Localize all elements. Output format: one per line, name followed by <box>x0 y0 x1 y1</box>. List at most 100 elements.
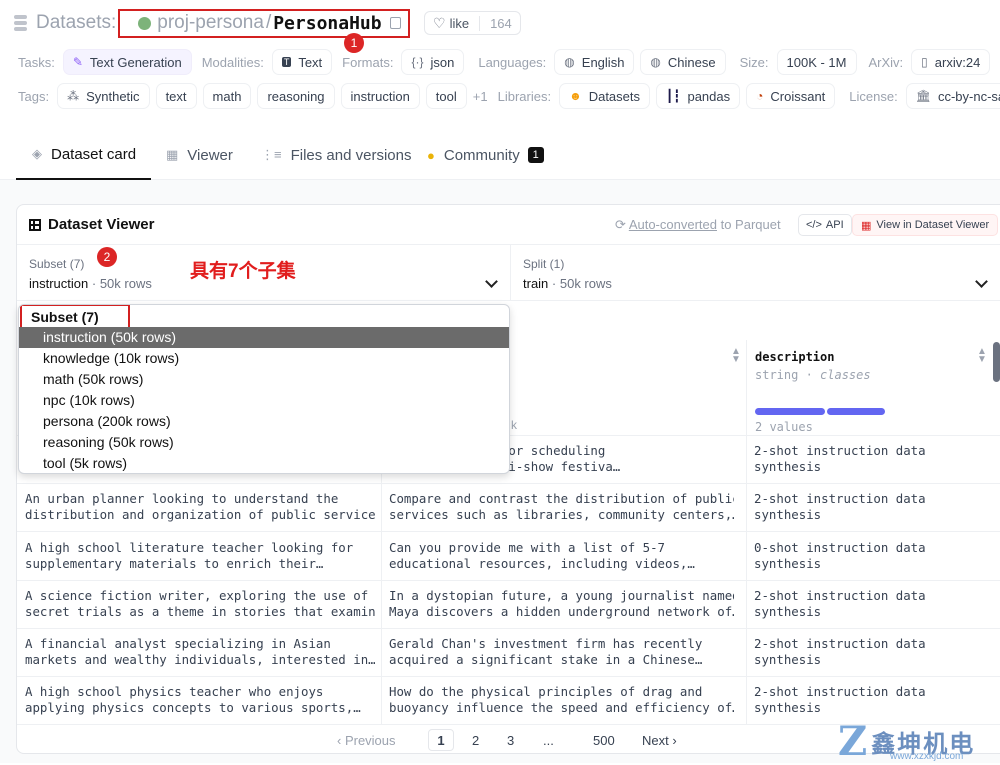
column-type-text: string · <box>755 368 821 382</box>
tag-reasoning[interactable]: reasoning <box>257 83 335 109</box>
column-values-count: 2 values <box>755 420 813 434</box>
table-row[interactable]: A science fiction writer, exploring the … <box>17 581 1000 629</box>
language-text: Chinese <box>667 54 716 70</box>
format-tag[interactable]: {·} json <box>401 49 465 75</box>
to-parquet-text: to Parquet <box>716 217 781 232</box>
tag-text: tool <box>435 88 457 104</box>
table-cell: 2-shot instruction data synthesis <box>754 636 926 667</box>
tab-label: Dataset card <box>51 145 137 163</box>
page-2-button[interactable]: 2 <box>472 729 479 751</box>
like-label: like <box>449 15 470 31</box>
library-datasets[interactable]: ☻ Datasets <box>559 83 651 109</box>
language-tag-english[interactable]: ◍ English <box>554 49 635 75</box>
column-name: description <box>755 350 835 364</box>
license-tag[interactable]: 🏛 cc-by-nc-sa <box>905 83 1000 109</box>
api-button[interactable]: </> API <box>798 214 852 236</box>
cube-icon: ◈ <box>32 146 42 161</box>
task-text: Text Generation <box>89 54 182 70</box>
watermark-url: www.xzxkjd.com <box>890 751 964 762</box>
dropdown-option-npc[interactable]: npc (10k rows) <box>19 390 509 411</box>
table-cell: A high school physics teacher who enjoys… <box>25 684 361 715</box>
community-count-badge: 1 <box>527 147 544 163</box>
more-tags-button[interactable]: +1 <box>473 89 488 104</box>
table-row[interactable]: A financial analyst specializing in Asia… <box>17 629 1000 677</box>
dropdown-option-reasoning[interactable]: reasoning (50k rows) <box>19 432 509 453</box>
view-in-viewer-button[interactable]: ▦ View in Dataset Viewer <box>852 214 999 236</box>
table-cell: A financial analyst specializing in Asia… <box>25 636 375 667</box>
tasks-label: Tasks: <box>18 54 55 70</box>
viewer-title-text: Dataset Viewer <box>48 216 155 233</box>
tab-viewer[interactable]: ▦ Viewer <box>166 130 233 180</box>
split-select[interactable]: Split (1) train · 50k rows <box>511 245 1000 301</box>
class-distribution-bar-2[interactable] <box>827 408 885 415</box>
table-row[interactable]: An urban planner looking to understand t… <box>17 484 1000 532</box>
previous-page-button[interactable]: ‹ Previous <box>337 729 396 751</box>
page-ellipsis: ... <box>543 732 554 748</box>
annotation-text: 具有7个子集 <box>190 261 296 282</box>
tag-synthetic[interactable]: ⁂ Synthetic <box>57 83 150 109</box>
license-text: cc-by-nc-sa <box>937 88 1000 104</box>
viewer-header: Dataset Viewer ⟳ Auto-converted to Parqu… <box>17 205 1000 245</box>
table-scrollbar[interactable] <box>993 342 1000 382</box>
formats-label: Formats: <box>342 54 394 70</box>
tag-instruction[interactable]: instruction <box>340 83 420 109</box>
dropdown-option-math[interactable]: math (50k rows) <box>19 369 509 390</box>
synthetic-icon: ⁂ <box>67 89 80 103</box>
dropdown-option-tool[interactable]: tool (5k rows) <box>19 453 509 473</box>
subset-value: instruction · 50k rows <box>29 276 152 291</box>
tags-row-1: Tasks: ✎ Text Generation Modalities: T Tex… <box>18 49 996 75</box>
modality-tag[interactable]: T Text <box>271 49 333 75</box>
tags-row-2: Tags: ⁂ Synthetic text math reasoning ins… <box>18 83 1000 109</box>
tab-files[interactable]: ⋮≡ Files and versions <box>261 130 411 180</box>
dropdown-option-knowledge[interactable]: knowledge (10k rows) <box>19 348 509 369</box>
split-label: Split (1) <box>523 257 565 271</box>
watermark: Z 鑫坤机电 www.xzxkjd.com <box>838 718 975 765</box>
datasets-label: Datasets: <box>36 12 117 33</box>
json-icon: {·} <box>411 55 424 69</box>
next-page-button[interactable]: Next › <box>642 729 677 751</box>
page-3-button[interactable]: 3 <box>507 729 514 751</box>
tag-text[interactable]: text <box>155 83 197 109</box>
tag-tool[interactable]: tool <box>425 83 467 109</box>
text-generation-icon: ✎ <box>72 55 83 69</box>
database-icon <box>14 15 28 31</box>
table-cell: In a dystopian future, a young journalis… <box>389 588 734 619</box>
arxiv-tag[interactable]: ▯ arxiv:24 <box>911 49 991 75</box>
table-cell: 2-shot instruction data synthesis <box>754 684 926 715</box>
column-type: string · classes <box>755 368 871 382</box>
task-tag[interactable]: ✎ Text Generation <box>62 49 192 75</box>
format-text: json <box>430 54 455 70</box>
table-row[interactable]: A high school literature teacher looking… <box>17 533 1000 581</box>
sort-icon[interactable]: ▲ ▼ <box>731 347 741 365</box>
column-header-description[interactable]: description string · classes ▲ ▼ 2 values <box>746 340 1000 436</box>
class-distribution-bar-1[interactable] <box>755 408 825 415</box>
api-label: API <box>825 219 844 231</box>
heart-icon: ♡ <box>433 14 446 31</box>
like-button[interactable]: ♡ like 164 <box>424 11 521 35</box>
tab-dataset-card[interactable]: ◈ Dataset card <box>16 130 151 180</box>
page-500-button[interactable]: 500 <box>593 729 615 751</box>
tag-text: math <box>212 88 242 104</box>
tab-community[interactable]: ● Community 1 <box>427 130 544 180</box>
size-text: 100K - 1M <box>786 54 847 70</box>
modality-text: Text <box>298 54 323 70</box>
split-value: train · 50k rows <box>523 276 612 291</box>
croissant-icon: ◔ <box>756 89 764 103</box>
tag-math[interactable]: math <box>202 83 252 109</box>
dropdown-option-instruction[interactable]: instruction (50k rows) <box>19 327 509 348</box>
language-tag-chinese[interactable]: ◍ Chinese <box>640 49 726 75</box>
sort-icon[interactable]: ▲ ▼ <box>977 347 987 365</box>
library-croissant[interactable]: ◔ Croissant <box>746 83 836 109</box>
license-label: License: <box>849 88 898 104</box>
files-icon: ⋮≡ <box>261 147 282 162</box>
tags-label: Tags: <box>18 88 50 104</box>
library-text: pandas <box>687 88 731 104</box>
library-pandas[interactable]: ┃┇ pandas <box>656 83 741 109</box>
dataset-viewer: Dataset Viewer ⟳ Auto-converted to Parqu… <box>16 204 1000 754</box>
table-cell: An urban planner looking to understand t… <box>25 491 375 522</box>
dropdown-option-persona[interactable]: persona (200k rows) <box>19 411 509 432</box>
column-type-classes: classes <box>820 368 871 382</box>
page-1-button[interactable]: 1 <box>428 729 454 751</box>
size-tag[interactable]: 100K - 1M <box>776 49 857 75</box>
auto-converted-link[interactable]: Auto-converted <box>629 217 717 232</box>
